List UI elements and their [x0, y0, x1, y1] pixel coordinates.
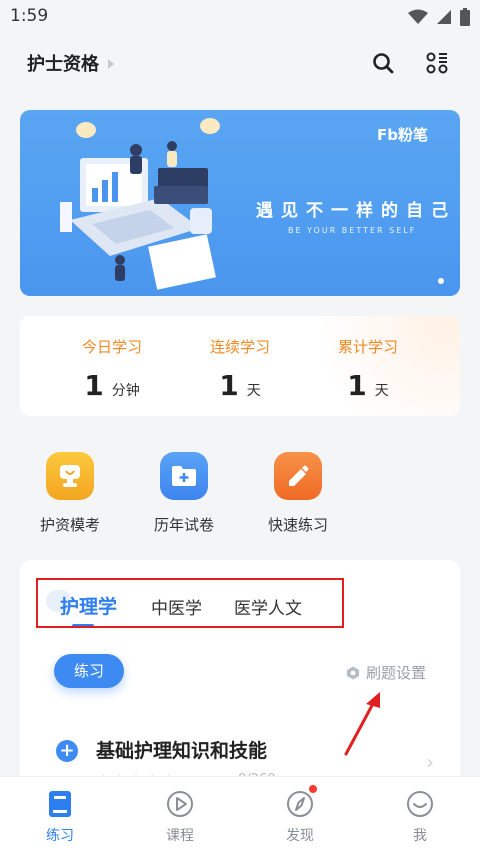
- smile-icon: [405, 789, 435, 819]
- study-stats-card: 今日学习 1 分钟 连续学习 1天 累计学习 1天: [20, 316, 460, 416]
- signal-icon: [437, 10, 451, 24]
- shortcut-label: 护资模考: [39, 516, 100, 534]
- stat-streak: 连续学习 1天: [170, 336, 310, 402]
- exam-selector-title[interactable]: 护士资格: [27, 50, 99, 76]
- subject-title: 基础护理知识和技能: [96, 740, 268, 762]
- shortcut-label: 历年试卷: [153, 516, 214, 534]
- shortcut-quick-practice[interactable]: 快速练习: [250, 452, 346, 535]
- banner-illustration: [60, 118, 220, 290]
- folder-plus-icon: [160, 452, 208, 500]
- stat-total: 累计学习 1天: [298, 336, 438, 402]
- shortcut-past-papers[interactable]: 历年试卷: [136, 452, 232, 535]
- stat-label: 连续学习: [209, 338, 270, 356]
- shortcut-mock-exam[interactable]: 护资模考: [22, 452, 118, 535]
- pencil-icon: [274, 452, 322, 500]
- stat-label: 累计学习: [337, 338, 398, 356]
- carousel-indicator: [438, 278, 444, 284]
- top-bar: 护士资格: [0, 40, 480, 84]
- tabbar-me[interactable]: 我: [375, 789, 465, 845]
- categories-button[interactable]: [422, 48, 452, 78]
- play-circle-icon: [165, 789, 195, 819]
- question-settings-button[interactable]: 刷题设置: [346, 662, 426, 683]
- status-time: 1:59: [10, 6, 49, 26]
- tabbar-label: 练习: [46, 828, 74, 844]
- wifi-icon: [408, 9, 428, 24]
- bottom-tab-bar: 练习 课程 发现 我: [0, 776, 480, 853]
- stat-number: 1: [84, 369, 104, 402]
- stat-unit: 分钟: [111, 383, 140, 399]
- practice-card: 护理学 中医学 医学人文 练习 刷题设置 + 基础护理知识和技能 ★★★★★ 0…: [20, 560, 460, 790]
- battery-icon: [460, 8, 470, 26]
- stat-label: 今日学习: [81, 338, 142, 356]
- trophy-icon: [46, 452, 94, 500]
- tabbar-label: 课程: [166, 828, 194, 844]
- promo-banner[interactable]: Fb粉笔 遇见不一样的自己 BE YOUR BETTER SELF: [20, 110, 460, 296]
- banner-subtitle: BE YOUR BETTER SELF: [288, 226, 417, 235]
- annotation-highlight-box: [36, 578, 344, 628]
- hexagon-gear-icon: [346, 666, 359, 679]
- practice-button[interactable]: 练习: [54, 654, 124, 688]
- annotation-arrow: [344, 692, 380, 756]
- search-icon: [373, 53, 394, 74]
- status-bar: 1:59: [0, 0, 480, 34]
- banner-slogan: 遇见不一样的自己: [256, 201, 456, 221]
- shortcut-label: 快速练习: [267, 516, 328, 534]
- stat-unit: 天: [246, 383, 261, 399]
- search-button[interactable]: [368, 48, 398, 78]
- expand-plus-icon[interactable]: +: [56, 740, 78, 762]
- status-icons: [408, 8, 470, 26]
- caret-right-icon[interactable]: [108, 59, 114, 69]
- tabbar-label: 发现: [286, 828, 314, 844]
- brand-logo: Fb粉笔: [377, 126, 428, 144]
- stat-value: 1 分钟: [42, 369, 182, 402]
- notification-dot: [309, 785, 317, 793]
- stat-number: 1: [219, 369, 239, 402]
- stat-unit: 天: [374, 383, 389, 399]
- chevron-right-icon[interactable]: ›: [426, 750, 434, 774]
- tabbar-courses[interactable]: 课程: [135, 789, 225, 845]
- book-icon: [45, 789, 75, 819]
- settings-label: 刷题设置: [365, 664, 426, 682]
- tabbar-practice[interactable]: 练习: [15, 789, 105, 845]
- stat-number: 1: [347, 369, 367, 402]
- tabbar-label: 我: [413, 828, 427, 844]
- stat-value: 1天: [298, 369, 438, 402]
- stat-value: 1天: [170, 369, 310, 402]
- stat-today: 今日学习 1 分钟: [42, 336, 182, 402]
- grid-list-icon: [426, 52, 448, 74]
- compass-icon: [285, 785, 317, 819]
- tabbar-discover[interactable]: 发现: [255, 785, 345, 845]
